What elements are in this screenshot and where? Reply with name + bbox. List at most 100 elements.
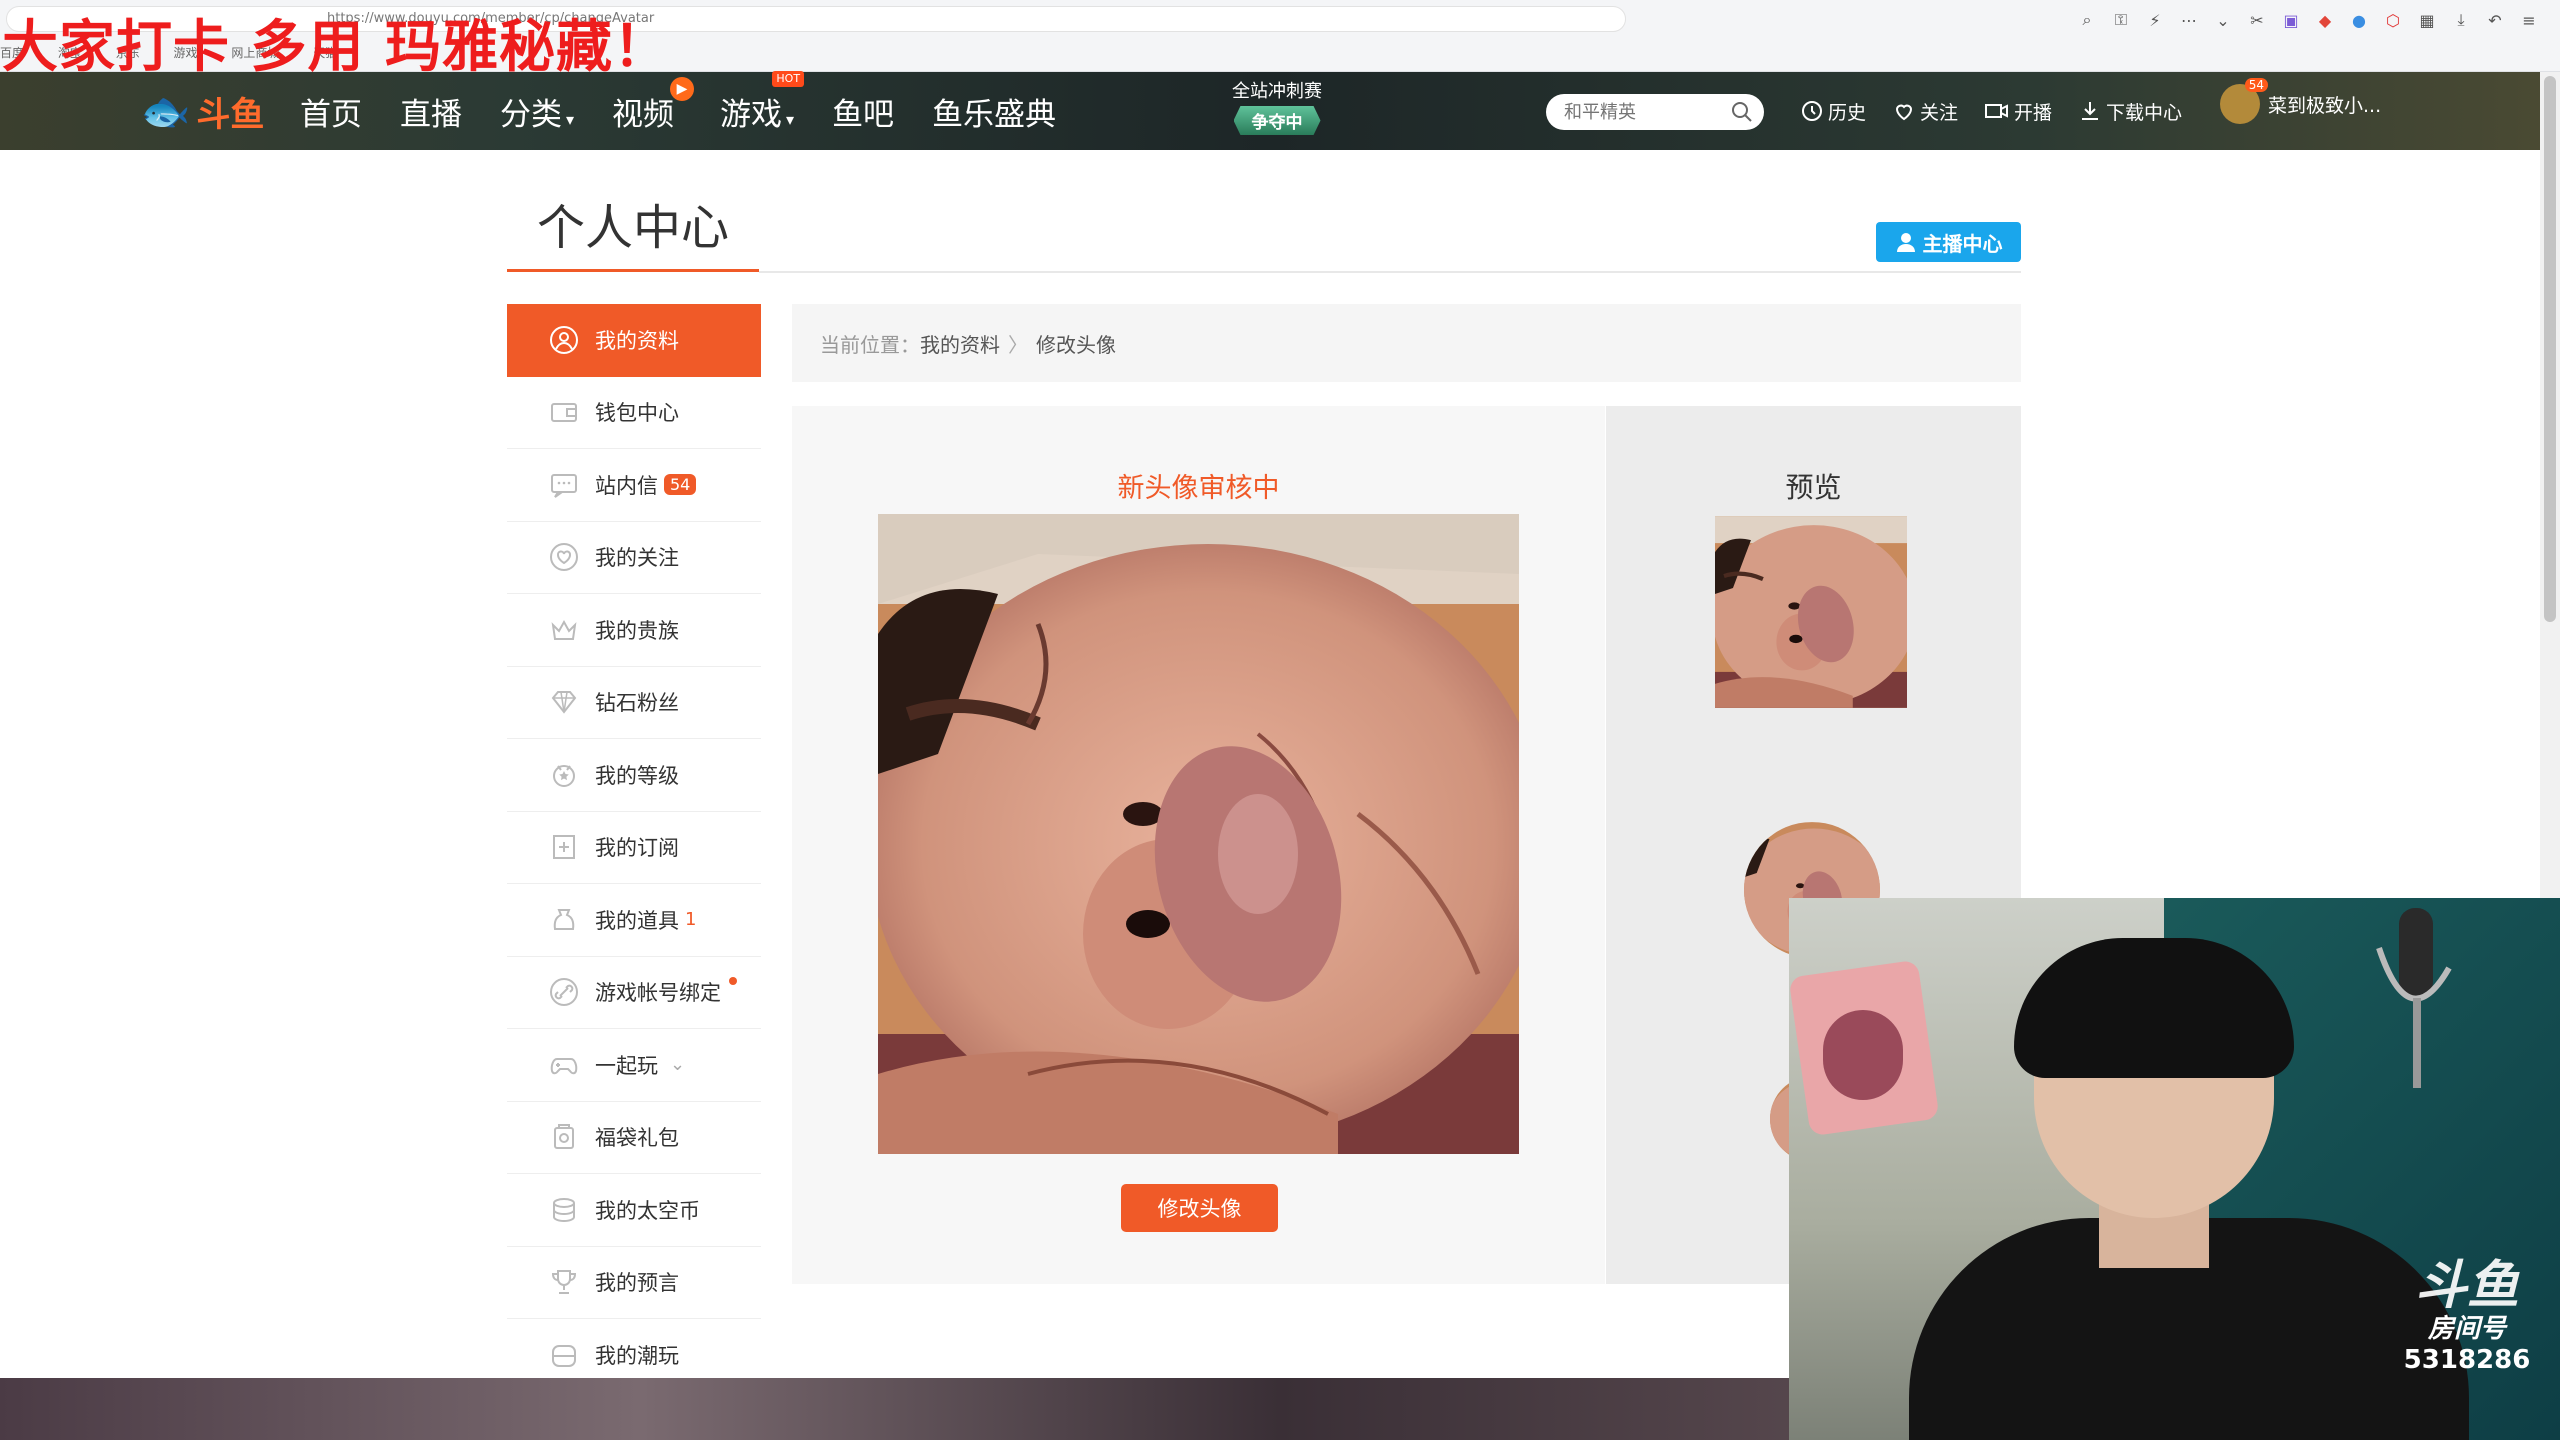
undo-icon[interactable]: ↶ (2484, 11, 2506, 30)
sidebar-item-noble[interactable]: 我的贵族 (507, 594, 761, 667)
scissors-icon[interactable]: ✂ (2246, 11, 2268, 30)
gamepad-icon (549, 1050, 579, 1080)
follow-link[interactable]: 关注 (1892, 98, 1958, 125)
event-badge[interactable]: 全站冲刺赛 争夺中 (1218, 80, 1336, 140)
sidebar-item-messages[interactable]: 站内信 54 (507, 449, 761, 522)
room-number: 5318286 (2403, 1345, 2531, 1375)
link-icon (549, 977, 579, 1007)
nav-label: 鱼乐盛典 (932, 96, 1057, 133)
apps-icon[interactable]: ▦ (2416, 11, 2438, 30)
nav-label: 视频 (612, 96, 675, 133)
hot-badge: HOT (772, 70, 805, 87)
sidebar-item-lucky-bag[interactable]: 福袋礼包 (507, 1102, 761, 1174)
notification-badge: 54 (2244, 78, 2268, 92)
history-label: 历史 (1828, 101, 1867, 124)
preview-title: 预览 (1785, 471, 1842, 504)
breadcrumb-link-profile[interactable]: 我的资料 (920, 329, 1000, 358)
microphone-icon (2376, 908, 2452, 1088)
broadcast-label: 开播 (2014, 101, 2053, 124)
item-count: 1 (685, 909, 697, 931)
nav-item-festival[interactable]: 鱼乐盛典 (932, 89, 1056, 134)
trophy-icon (549, 1267, 579, 1297)
sidebar: 我的资料 钱包中心 站内信 54 我的关注 我的贵族 钻石粉丝 我的等级 我的订… (507, 304, 761, 1392)
sidebar-item-predictions[interactable]: 我的预言 (507, 1247, 761, 1319)
sidebar-item-label: 一起玩 (595, 1053, 658, 1078)
menu-icon[interactable]: ≡ (2518, 11, 2540, 30)
key-icon[interactable]: ⚿ (2110, 10, 2132, 30)
sidebar-item-wallet[interactable]: 钱包中心 (507, 377, 761, 449)
nav-label: 直播 (400, 96, 462, 133)
sidebar-item-label: 福袋礼包 (595, 1126, 679, 1151)
avatar-image (878, 514, 1519, 1154)
sidebar-item-follows[interactable]: 我的关注 (507, 522, 761, 594)
level-icon (549, 760, 579, 790)
sidebar-item-label: 我的资料 (595, 329, 679, 354)
download-icon (2082, 102, 2099, 120)
sidebar-item-label: 我的预言 (595, 1271, 679, 1296)
watermark-logo: 斗鱼 (2414, 1256, 2519, 1316)
nav-item-fishbar[interactable]: 鱼吧 (832, 89, 894, 134)
extension-icon[interactable]: ◆ (2314, 11, 2336, 30)
sidebar-item-profile[interactable]: 我的资料 (507, 304, 761, 377)
start-broadcast-link[interactable]: 开播 (1984, 98, 2052, 125)
sidebar-item-label: 我的潮玩 (595, 1343, 679, 1368)
download-center-link[interactable]: 下载中心 (2078, 98, 2182, 125)
nav-item-video[interactable]: 视频 ▶ (612, 76, 695, 134)
search-input[interactable] (1562, 100, 1720, 124)
extension-icon[interactable]: ● (2348, 11, 2370, 30)
streamer-center-button[interactable]: 主播中心 (1876, 222, 2021, 262)
shield-icon[interactable]: ⬡ (2382, 11, 2404, 30)
sidebar-item-items[interactable]: 我的道具 1 (507, 884, 761, 957)
extension-icon[interactable]: ▣ (2280, 11, 2302, 30)
chevron-down-icon[interactable]: ⌄ (2212, 11, 2234, 30)
nav-menu: 首页 直播 分类 ▾ 视频 ▶ 游戏 ▾ HOT 鱼吧 鱼乐盛典 (300, 70, 1094, 150)
avatar: 54 (2220, 78, 2268, 124)
nav-label: 分类 (500, 96, 562, 133)
sidebar-item-subscriptions[interactable]: 我的订阅 (507, 812, 761, 884)
sidebar-item-label: 我的太空币 (595, 1198, 700, 1223)
download-icon[interactable]: ⤓ (2450, 10, 2472, 30)
breadcrumb: 当前位置： 我的资料 〉 修改头像 (792, 304, 2021, 382)
zoom-icon[interactable]: ⌕ (2076, 10, 2098, 30)
nav-item-category[interactable]: 分类 ▾ (500, 89, 574, 134)
site-nav: 🐟 斗鱼 首页 直播 分类 ▾ 视频 ▶ 游戏 ▾ HOT 鱼吧 鱼乐盛典 全站冲刺赛 … (0, 70, 2540, 150)
sidebar-item-level[interactable]: 我的等级 (507, 739, 761, 812)
review-status: 新头像审核中 (1117, 473, 1280, 504)
douyu-logo[interactable]: 🐟 斗鱼 (135, 82, 270, 140)
change-avatar-button[interactable]: 修改头像 (1121, 1184, 1278, 1232)
nav-item-game[interactable]: 游戏 ▾ HOT (720, 70, 805, 134)
sidebar-item-label: 我的关注 (595, 546, 679, 571)
coin-icon (549, 1195, 579, 1225)
browser-toolbar-icons: ⌕ ⚿ ⚡ ⋯ ⌄ ✂ ▣ ◆ ● ⬡ ▦ ⤓ ↶ ≡ (2076, 8, 2540, 32)
history-link[interactable]: 历史 (1800, 98, 1866, 125)
crown-icon (549, 615, 579, 645)
sidebar-item-game-binding[interactable]: 游戏帐号绑定 (507, 957, 761, 1029)
nav-item-home[interactable]: 首页 (300, 89, 362, 134)
sidebar-item-label: 游戏帐号绑定 (595, 981, 721, 1006)
sidebar-item-play-together[interactable]: 一起玩 ⌄ (507, 1029, 761, 1102)
sidebar-item-space-coins[interactable]: 我的太空币 (507, 1174, 761, 1247)
nav-item-live[interactable]: 直播 (400, 89, 462, 134)
nav-right-menu: 历史 关注 开播 下载中心 (1800, 72, 2208, 150)
search-box (1546, 94, 1764, 130)
download-label: 下载中心 (2106, 101, 2183, 124)
play-badge-icon: ▶ (670, 76, 695, 101)
sidebar-item-diamond-fans[interactable]: 钻石粉丝 (507, 667, 761, 739)
gift-icon (549, 1122, 579, 1152)
more-icon[interactable]: ⋯ (2178, 11, 2200, 30)
user-menu[interactable]: 54 菜到极致小... (2220, 78, 2381, 124)
nav-label: 游戏 (720, 96, 783, 133)
search-icon[interactable] (1730, 100, 1754, 124)
scrollbar-thumb[interactable] (2544, 76, 2556, 622)
subscribe-icon (549, 832, 579, 862)
event-status: 争夺中 (1233, 106, 1321, 135)
bolt-icon[interactable]: ⚡ (2144, 11, 2166, 30)
diamond-icon (549, 687, 579, 717)
sidebar-item-label: 我的订阅 (595, 836, 679, 861)
sidebar-item-label: 我的道具 (595, 908, 679, 933)
sidebar-item-label: 站内信 (595, 473, 658, 498)
avatar-edit-panel: 新头像审核中 修改头像 (792, 406, 1605, 1284)
streamer-center-label: 主播中心 (1922, 231, 2003, 256)
sidebar-item-label: 钱包中心 (595, 401, 679, 426)
user-icon (549, 325, 579, 355)
